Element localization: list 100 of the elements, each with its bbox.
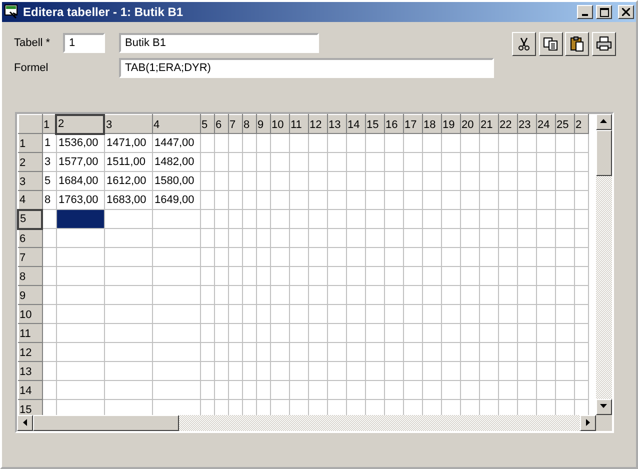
table-cell[interactable] xyxy=(346,172,365,191)
table-cell[interactable] xyxy=(327,304,346,324)
table-cell[interactable] xyxy=(327,324,346,343)
table-cell[interactable] xyxy=(256,228,270,248)
table-cell[interactable] xyxy=(214,152,228,172)
table-cell[interactable] xyxy=(308,228,327,248)
table-cell[interactable] xyxy=(422,210,441,229)
table-cell[interactable] xyxy=(498,210,517,229)
table-cell[interactable] xyxy=(214,210,228,229)
paste-button[interactable] xyxy=(565,32,590,56)
table-cell[interactable] xyxy=(479,228,498,248)
table-cell[interactable] xyxy=(517,172,536,191)
table-cell[interactable] xyxy=(308,380,327,400)
table-cell[interactable] xyxy=(228,266,242,286)
table-cell[interactable] xyxy=(574,362,588,381)
table-cell[interactable] xyxy=(403,190,422,210)
table-cell[interactable] xyxy=(422,304,441,324)
table-cell[interactable] xyxy=(517,286,536,305)
table-cell[interactable] xyxy=(228,134,242,153)
table-cell[interactable] xyxy=(308,286,327,305)
table-cell[interactable] xyxy=(574,324,588,343)
table-cell[interactable] xyxy=(441,286,460,305)
column-header[interactable]: 9 xyxy=(256,114,270,134)
table-cell[interactable] xyxy=(460,324,479,343)
table-cell[interactable] xyxy=(242,228,256,248)
table-cell[interactable] xyxy=(555,380,574,400)
table-cell[interactable] xyxy=(498,286,517,305)
table-cell[interactable] xyxy=(200,286,214,305)
table-cell[interactable]: 1536,00 xyxy=(56,134,104,153)
table-cell[interactable] xyxy=(152,324,200,343)
table-cell[interactable] xyxy=(574,304,588,324)
table-cell[interactable] xyxy=(422,324,441,343)
table-cell[interactable] xyxy=(56,286,104,305)
table-cell[interactable] xyxy=(104,380,152,400)
table-cell[interactable] xyxy=(574,210,588,229)
table-cell[interactable] xyxy=(384,228,403,248)
table-cell[interactable] xyxy=(422,248,441,267)
table-cell[interactable] xyxy=(242,342,256,362)
table-cell[interactable] xyxy=(56,362,104,381)
table-cell[interactable]: 1580,00 xyxy=(152,172,200,191)
table-cell[interactable] xyxy=(479,286,498,305)
table-number-field[interactable]: 1 xyxy=(63,33,105,53)
table-cell[interactable] xyxy=(498,172,517,191)
table-cell[interactable] xyxy=(574,248,588,267)
table-cell[interactable] xyxy=(422,172,441,191)
cut-button[interactable] xyxy=(512,32,536,56)
table-cell[interactable] xyxy=(214,324,228,343)
table-cell[interactable] xyxy=(536,190,555,210)
table-cell[interactable] xyxy=(441,324,460,343)
table-cell[interactable] xyxy=(403,380,422,400)
table-cell[interactable] xyxy=(289,304,308,324)
table-cell[interactable] xyxy=(384,152,403,172)
table-cell[interactable] xyxy=(384,172,403,191)
row-header[interactable]: 9 xyxy=(18,286,42,305)
table-cell[interactable] xyxy=(308,266,327,286)
table-cell[interactable] xyxy=(574,228,588,248)
table-cell[interactable] xyxy=(104,304,152,324)
table-cell[interactable] xyxy=(327,228,346,248)
table-cell[interactable] xyxy=(242,190,256,210)
table-cell[interactable] xyxy=(214,304,228,324)
table-cell[interactable]: 1511,00 xyxy=(104,152,152,172)
table-cell[interactable] xyxy=(365,172,384,191)
table-cell[interactable] xyxy=(270,210,289,229)
table-cell[interactable] xyxy=(460,152,479,172)
table-cell[interactable] xyxy=(289,324,308,343)
table-cell[interactable] xyxy=(152,362,200,381)
table-cell[interactable] xyxy=(403,210,422,229)
table-cell[interactable] xyxy=(422,286,441,305)
column-header[interactable]: 7 xyxy=(228,114,242,134)
table-cell[interactable] xyxy=(289,266,308,286)
table-cell[interactable] xyxy=(346,342,365,362)
table-cell[interactable] xyxy=(365,324,384,343)
table-cell[interactable] xyxy=(308,134,327,153)
table-cell[interactable] xyxy=(42,266,56,286)
table-cell[interactable] xyxy=(460,190,479,210)
table-cell[interactable] xyxy=(327,380,346,400)
row-header[interactable]: 13 xyxy=(18,362,42,381)
row-header[interactable]: 8 xyxy=(18,266,42,286)
table-cell[interactable] xyxy=(403,324,422,343)
table-cell[interactable] xyxy=(104,248,152,267)
table-cell[interactable] xyxy=(403,228,422,248)
table-cell[interactable] xyxy=(200,342,214,362)
table-cell[interactable] xyxy=(574,190,588,210)
table-cell[interactable] xyxy=(346,228,365,248)
table-cell[interactable] xyxy=(460,172,479,191)
maximize-button[interactable] xyxy=(596,5,612,19)
table-cell[interactable] xyxy=(555,190,574,210)
table-cell[interactable] xyxy=(517,266,536,286)
table-cell[interactable]: 1471,00 xyxy=(104,134,152,153)
table-cell[interactable] xyxy=(365,152,384,172)
table-cell[interactable] xyxy=(460,210,479,229)
table-cell[interactable] xyxy=(200,362,214,381)
table-cell[interactable] xyxy=(152,380,200,400)
row-header[interactable]: 4 xyxy=(18,190,42,210)
table-cell[interactable] xyxy=(498,228,517,248)
table-cell[interactable] xyxy=(441,266,460,286)
table-cell[interactable] xyxy=(256,324,270,343)
table-cell[interactable] xyxy=(536,342,555,362)
table-cell[interactable] xyxy=(498,190,517,210)
table-cell[interactable] xyxy=(384,190,403,210)
